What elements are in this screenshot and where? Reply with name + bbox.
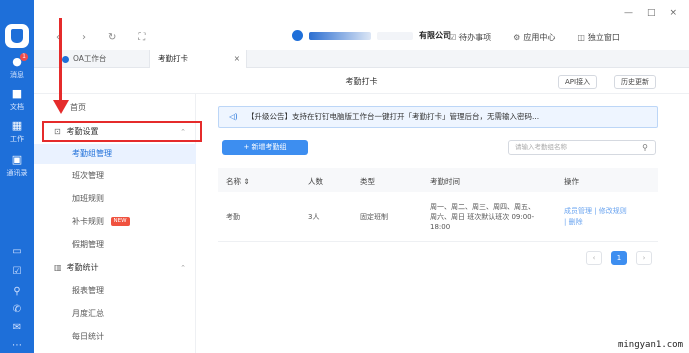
annotation-highlight-box [42, 121, 202, 142]
megaphone-icon: ◁) [229, 112, 238, 121]
menu-item-label: 补卡规则 [72, 217, 104, 226]
oa-icon [62, 55, 69, 63]
rail-item-work[interactable]: ▦ 工作 [0, 120, 34, 144]
menu-item-daily-stats[interactable]: 每日统计 [34, 327, 196, 347]
contacts-icon: ▣ [11, 153, 23, 166]
chevron-up-icon: ⌃ [180, 264, 186, 272]
pin-icon[interactable]: ⚲ [0, 286, 34, 297]
redacted-company-name [309, 31, 371, 40]
rail-label: 通讯录 [6, 169, 28, 177]
menu-group-attendance-stats[interactable]: ▥ 考勤统计 ⌃ [34, 258, 196, 278]
cell-type: 固定班制 [360, 213, 388, 221]
tab-strip: OA工作台 考勤打卡 × [34, 50, 689, 68]
app-center-label: 应用中心 [523, 33, 556, 42]
window-icon: ◫ [577, 33, 585, 42]
company-switcher[interactable]: 有限公司 ⌄ [292, 30, 463, 41]
close-button[interactable]: × [669, 8, 677, 18]
menu-item-shifts[interactable]: 班次管理 [34, 166, 196, 186]
tab-attendance[interactable]: 考勤打卡 × [149, 50, 247, 68]
page-header: 考勤打卡 API接入 历史更新 [34, 68, 689, 94]
cell-count: 3人 [308, 213, 320, 221]
upgrade-notice: ◁) 【升级公告】支持在钉钉电脑版工作台一键打开「考勤打卡」管理后台，无需输入密… [218, 106, 658, 128]
table-header: 名称 ⇕ 人数 类型 考勤时间 操作 [218, 168, 658, 192]
left-rail: ● 1 消息 ■ 文档 ▦ 工作 ▣ 通讯录 ▭ ☑ ⚲ ✆ ✉ ⋯ [0, 0, 34, 353]
menu-item-reports[interactable]: 报表管理 [34, 281, 196, 301]
standalone-label: 独立窗口 [587, 33, 620, 42]
menu-item-monthly-summary[interactable]: 月度汇总 [34, 304, 196, 324]
title-bar: — □ × ‹ › ↻ ⛶ 有限公司 ⌄ ☑ 待办事项 ⚙ 应用中心 ◫ 独立窗口 [34, 0, 689, 50]
fullscreen-icon[interactable]: ⛶ [138, 32, 145, 43]
cell-time: 周一、周二、周三、周四、周五、周六、周日 班次默认班次 09:00-18:00 [430, 203, 535, 231]
annotation-arrowhead [53, 100, 69, 114]
col-actions: 操作 [564, 177, 579, 186]
rail-label: 文档 [10, 103, 24, 111]
member-edit-links[interactable]: 成员管理 | 修改规则 [564, 207, 627, 215]
app-logo [5, 24, 29, 48]
top-links: ☑ 待办事项 ⚙ 应用中心 ◫ 独立窗口 [449, 32, 620, 43]
rail-label: 消息 [10, 71, 24, 79]
window-controls: — □ × [624, 8, 677, 18]
calendar-icon[interactable]: ▭ [0, 246, 34, 257]
add-attendance-group-button[interactable]: + 新增考勤组 [222, 140, 308, 155]
search-placeholder: 请输入考勤组名称 [515, 143, 567, 151]
pager-current[interactable]: 1 [611, 251, 627, 265]
rail-label: 工作 [10, 135, 24, 143]
minimize-button[interactable]: — [624, 8, 633, 18]
tab-label: OA工作台 [73, 54, 107, 63]
menu-item-attendance-groups[interactable]: 考勤组管理 [34, 144, 196, 164]
rail-item-contacts[interactable]: ▣ 通讯录 [0, 154, 34, 178]
company-avatar [292, 30, 303, 41]
pager-prev[interactable]: ‹ [586, 251, 602, 265]
rail-item-docs[interactable]: ■ 文档 [0, 88, 34, 112]
search-input[interactable]: 请输入考勤组名称 ⚲ [508, 140, 656, 155]
document-icon: ■ [11, 87, 23, 100]
col-count: 人数 [308, 177, 323, 186]
refresh-icon[interactable]: ↻ [108, 32, 116, 43]
search-icon[interactable]: ⚲ [642, 141, 648, 154]
app-center-link[interactable]: ⚙ 应用中心 [513, 32, 555, 43]
nav-controls: ‹ › ↻ ⛶ [56, 32, 145, 43]
close-icon[interactable]: × [234, 50, 240, 68]
watermark: mingyan1.com [617, 340, 683, 350]
forward-icon[interactable]: › [82, 32, 86, 43]
col-name[interactable]: 名称 ⇕ [226, 176, 250, 187]
todo-label: 待办事项 [459, 33, 492, 42]
unread-badge: 1 [20, 53, 28, 61]
col-time: 考勤时间 [430, 177, 460, 186]
redacted-company-name-2 [377, 31, 413, 40]
mail-icon[interactable]: ✉ [0, 322, 34, 333]
notice-text: 【升级公告】支持在钉钉电脑版工作台一键打开「考勤打卡」管理后台，无需输入密码..… [247, 112, 540, 121]
api-access-button[interactable]: API接入 [558, 75, 598, 89]
todo-link[interactable]: ☑ 待办事项 [449, 32, 491, 43]
delete-link[interactable]: | 删除 [564, 218, 583, 226]
cell-name: 考勤 [226, 213, 240, 221]
maximize-button[interactable]: □ [647, 8, 656, 18]
more-icon[interactable]: ⋯ [0, 340, 34, 351]
menu-item-leave[interactable]: 假期管理 [34, 235, 196, 255]
app-window: ● 1 消息 ■ 文档 ▦ 工作 ▣ 通讯录 ▭ ☑ ⚲ ✆ ✉ ⋯ — □ ×… [0, 0, 689, 353]
table-row: 考勤 3人 固定班制 周一、周二、周三、周四、周五、周六、周日 班次默认班次 0… [218, 192, 658, 242]
tab-oa-workbench[interactable]: OA工作台 [54, 50, 114, 68]
menu-item-makeup-rules[interactable]: 补卡规则 NEW [34, 212, 196, 232]
phone-icon[interactable]: ✆ [0, 304, 34, 315]
company-name: 有限公司 [419, 31, 451, 40]
history-updates-button[interactable]: 历史更新 [614, 75, 656, 89]
gear-icon: ⚙ [513, 33, 521, 42]
todo-icon: ☑ [449, 33, 457, 42]
annotation-arrow [59, 18, 62, 106]
rail-item-messages[interactable]: ● 1 消息 [0, 53, 34, 80]
grid-icon: ▦ [11, 119, 23, 132]
col-type: 类型 [360, 177, 375, 186]
bar-chart-icon: ▥ [54, 263, 62, 272]
cell-actions: 成员管理 | 修改规则 | 删除 [564, 206, 654, 228]
tab-label: 考勤打卡 [158, 54, 188, 63]
menu-item-overtime-rules[interactable]: 加班规则 [34, 189, 196, 209]
pager-next[interactable]: › [636, 251, 652, 265]
checklist-icon[interactable]: ☑ [0, 266, 34, 277]
standalone-window-link[interactable]: ◫ 独立窗口 [577, 32, 620, 43]
new-badge: NEW [110, 217, 130, 226]
menu-group-label: 考勤统计 [66, 263, 99, 272]
